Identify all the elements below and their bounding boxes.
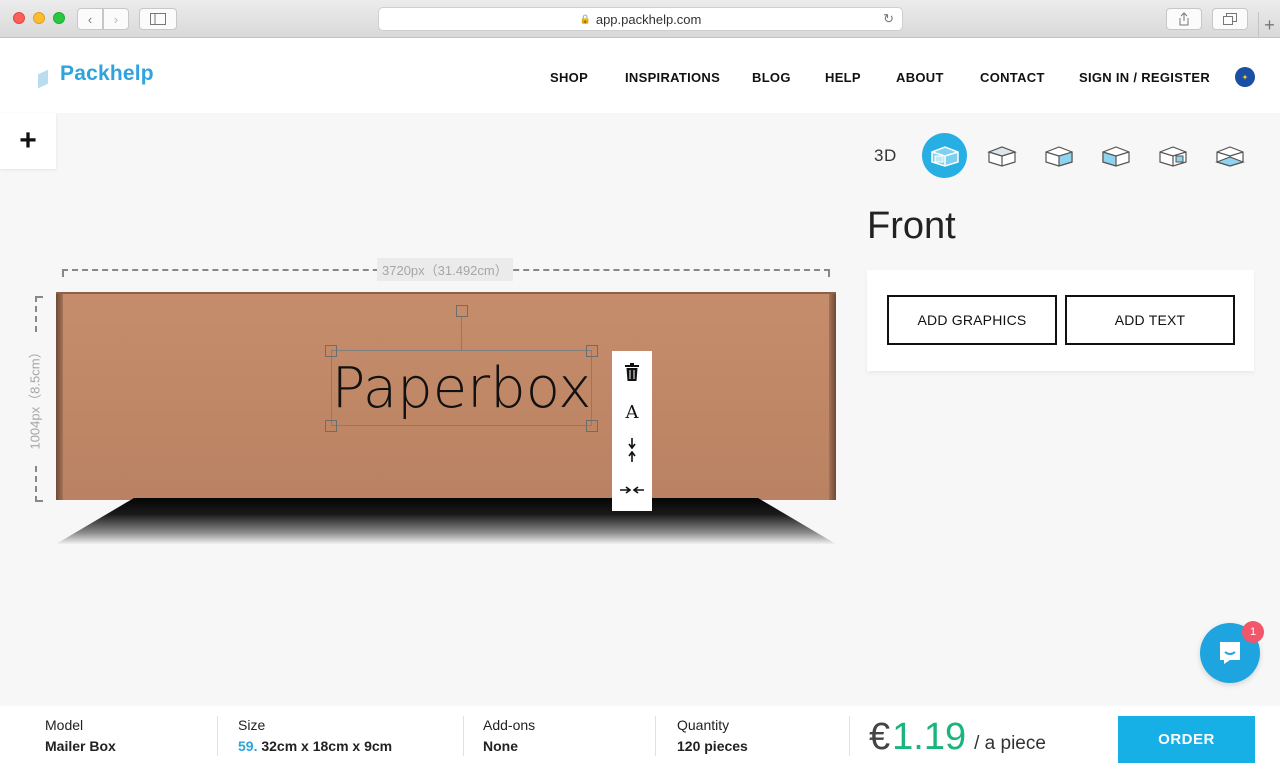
resize-handle-top-right[interactable] [586,345,598,357]
sidebar-icon [150,13,166,25]
size-value: 32cm x 18cm x 9cm [261,738,393,754]
chevron-left-icon: ‹ [87,11,93,27]
quantity-spec[interactable]: Quantity 120 pieces [677,717,748,754]
width-dimension-label: 3720px（31.492cm） [377,258,513,281]
sidebar-toggle-button[interactable] [139,8,177,30]
divider [655,716,656,756]
horizontal-spacing-icon [620,486,644,494]
new-tab-button[interactable]: + [1258,12,1280,38]
lock-icon: 🔒 [579,13,591,24]
minimize-window-button[interactable] [33,12,45,24]
nav-about[interactable]: ABOUT [896,70,944,85]
element-toolbar: A [612,351,652,511]
close-window-button[interactable] [13,12,25,24]
add-text-button[interactable]: ADD TEXT [1065,295,1235,345]
side-title: Front [867,205,956,247]
share-icon [1179,12,1189,26]
add-element-button[interactable]: + [0,113,56,169]
height-dimension-label: 1004px（8.5cm） [24,332,44,463]
tabs-icon [1223,13,1237,25]
left-view-icon[interactable] [1093,133,1138,178]
add-graphics-button[interactable]: ADD GRAPHICS [887,295,1057,345]
front-view-icon[interactable] [922,133,967,178]
forward-button[interactable]: › [103,8,129,30]
view-3d-button[interactable]: 3D [874,146,897,166]
bottom-view-icon[interactable] [1207,133,1252,178]
chat-icon [1220,642,1240,664]
chevron-right-icon: › [113,11,119,27]
price-unit: / a piece [974,733,1046,754]
share-button[interactable] [1166,8,1202,30]
order-summary-bar: Model Mailer Box Size 59. 32cm x 18cm x … [0,706,1280,773]
logo-text: Packhelp [60,62,154,85]
quantity-value: 120 pieces [677,738,748,754]
vertical-spacing-icon [628,438,636,462]
size-label: Size [238,717,266,733]
font-icon: A [625,401,639,423]
box-text-element[interactable]: Paperbox [331,350,592,426]
model-label: Model [45,717,84,733]
divider [217,716,218,756]
eu-flag-icon[interactable]: ✦ [1235,67,1255,87]
trash-icon [625,363,639,381]
model-value: Mailer Box [45,738,116,754]
box-shadow [56,498,836,544]
line-height-button[interactable] [612,437,652,463]
delete-button[interactable] [612,359,652,385]
back-button[interactable]: ‹ [77,8,103,30]
logo-mark-icon [38,69,48,89]
font-button[interactable]: A [612,399,652,425]
price-display: € 1.19 / a piece [869,716,1046,759]
address-bar[interactable]: 🔒 app.packhelp.com ↻ [378,7,903,31]
right-view-icon[interactable] [1036,133,1081,178]
packhelp-logo[interactable]: Packhelp [38,62,154,89]
price-currency: € [869,716,891,758]
chat-notification-badge: 1 [1242,621,1264,643]
browser-toolbar: ‹ › 🔒 app.packhelp.com ↻ + [0,0,1280,38]
order-button[interactable]: ORDER [1118,716,1255,763]
price-value: 1.19 [892,716,967,758]
nav-inspirations[interactable]: INSPIRATIONS [625,70,720,85]
nav-sign-in-register[interactable]: SIGN IN / REGISTER [1079,70,1210,85]
rotate-handle[interactable] [456,305,468,317]
resize-handle-bottom-right[interactable] [586,420,598,432]
addons-label: Add-ons [483,717,536,733]
url-text: app.packhelp.com [595,11,702,27]
nav-help[interactable]: HELP [825,70,861,85]
actions-panel: ADD GRAPHICS ADD TEXT [867,270,1254,371]
size-number: 59. [238,738,258,754]
addons-value: None [483,738,518,754]
model-spec[interactable]: Model Mailer Box [45,717,116,754]
resize-handle-top-left[interactable] [325,345,337,357]
back-view-icon[interactable] [1150,133,1195,178]
nav-contact[interactable]: CONTACT [980,70,1045,85]
nav-shop[interactable]: SHOP [550,70,588,85]
quantity-label: Quantity [677,717,730,733]
tab-overview-button[interactable] [1212,8,1248,30]
nav-blog[interactable]: BLOG [752,70,791,85]
resize-handle-bottom-left[interactable] [325,420,337,432]
rotate-line [461,316,462,350]
zoom-window-button[interactable] [53,12,65,24]
size-spec[interactable]: Size 59. 32cm x 18cm x 9cm [238,717,392,754]
top-view-icon[interactable] [979,133,1024,178]
addons-spec[interactable]: Add-ons None [483,717,535,754]
divider [463,716,464,756]
letter-spacing-button[interactable] [612,477,652,503]
divider [849,716,850,756]
reload-icon[interactable]: ↻ [883,11,894,27]
site-header: Packhelp SHOP INSPIRATIONS BLOG HELP ABO… [0,38,1280,113]
size-value-row: 59. 32cm x 18cm x 9cm [238,738,392,754]
